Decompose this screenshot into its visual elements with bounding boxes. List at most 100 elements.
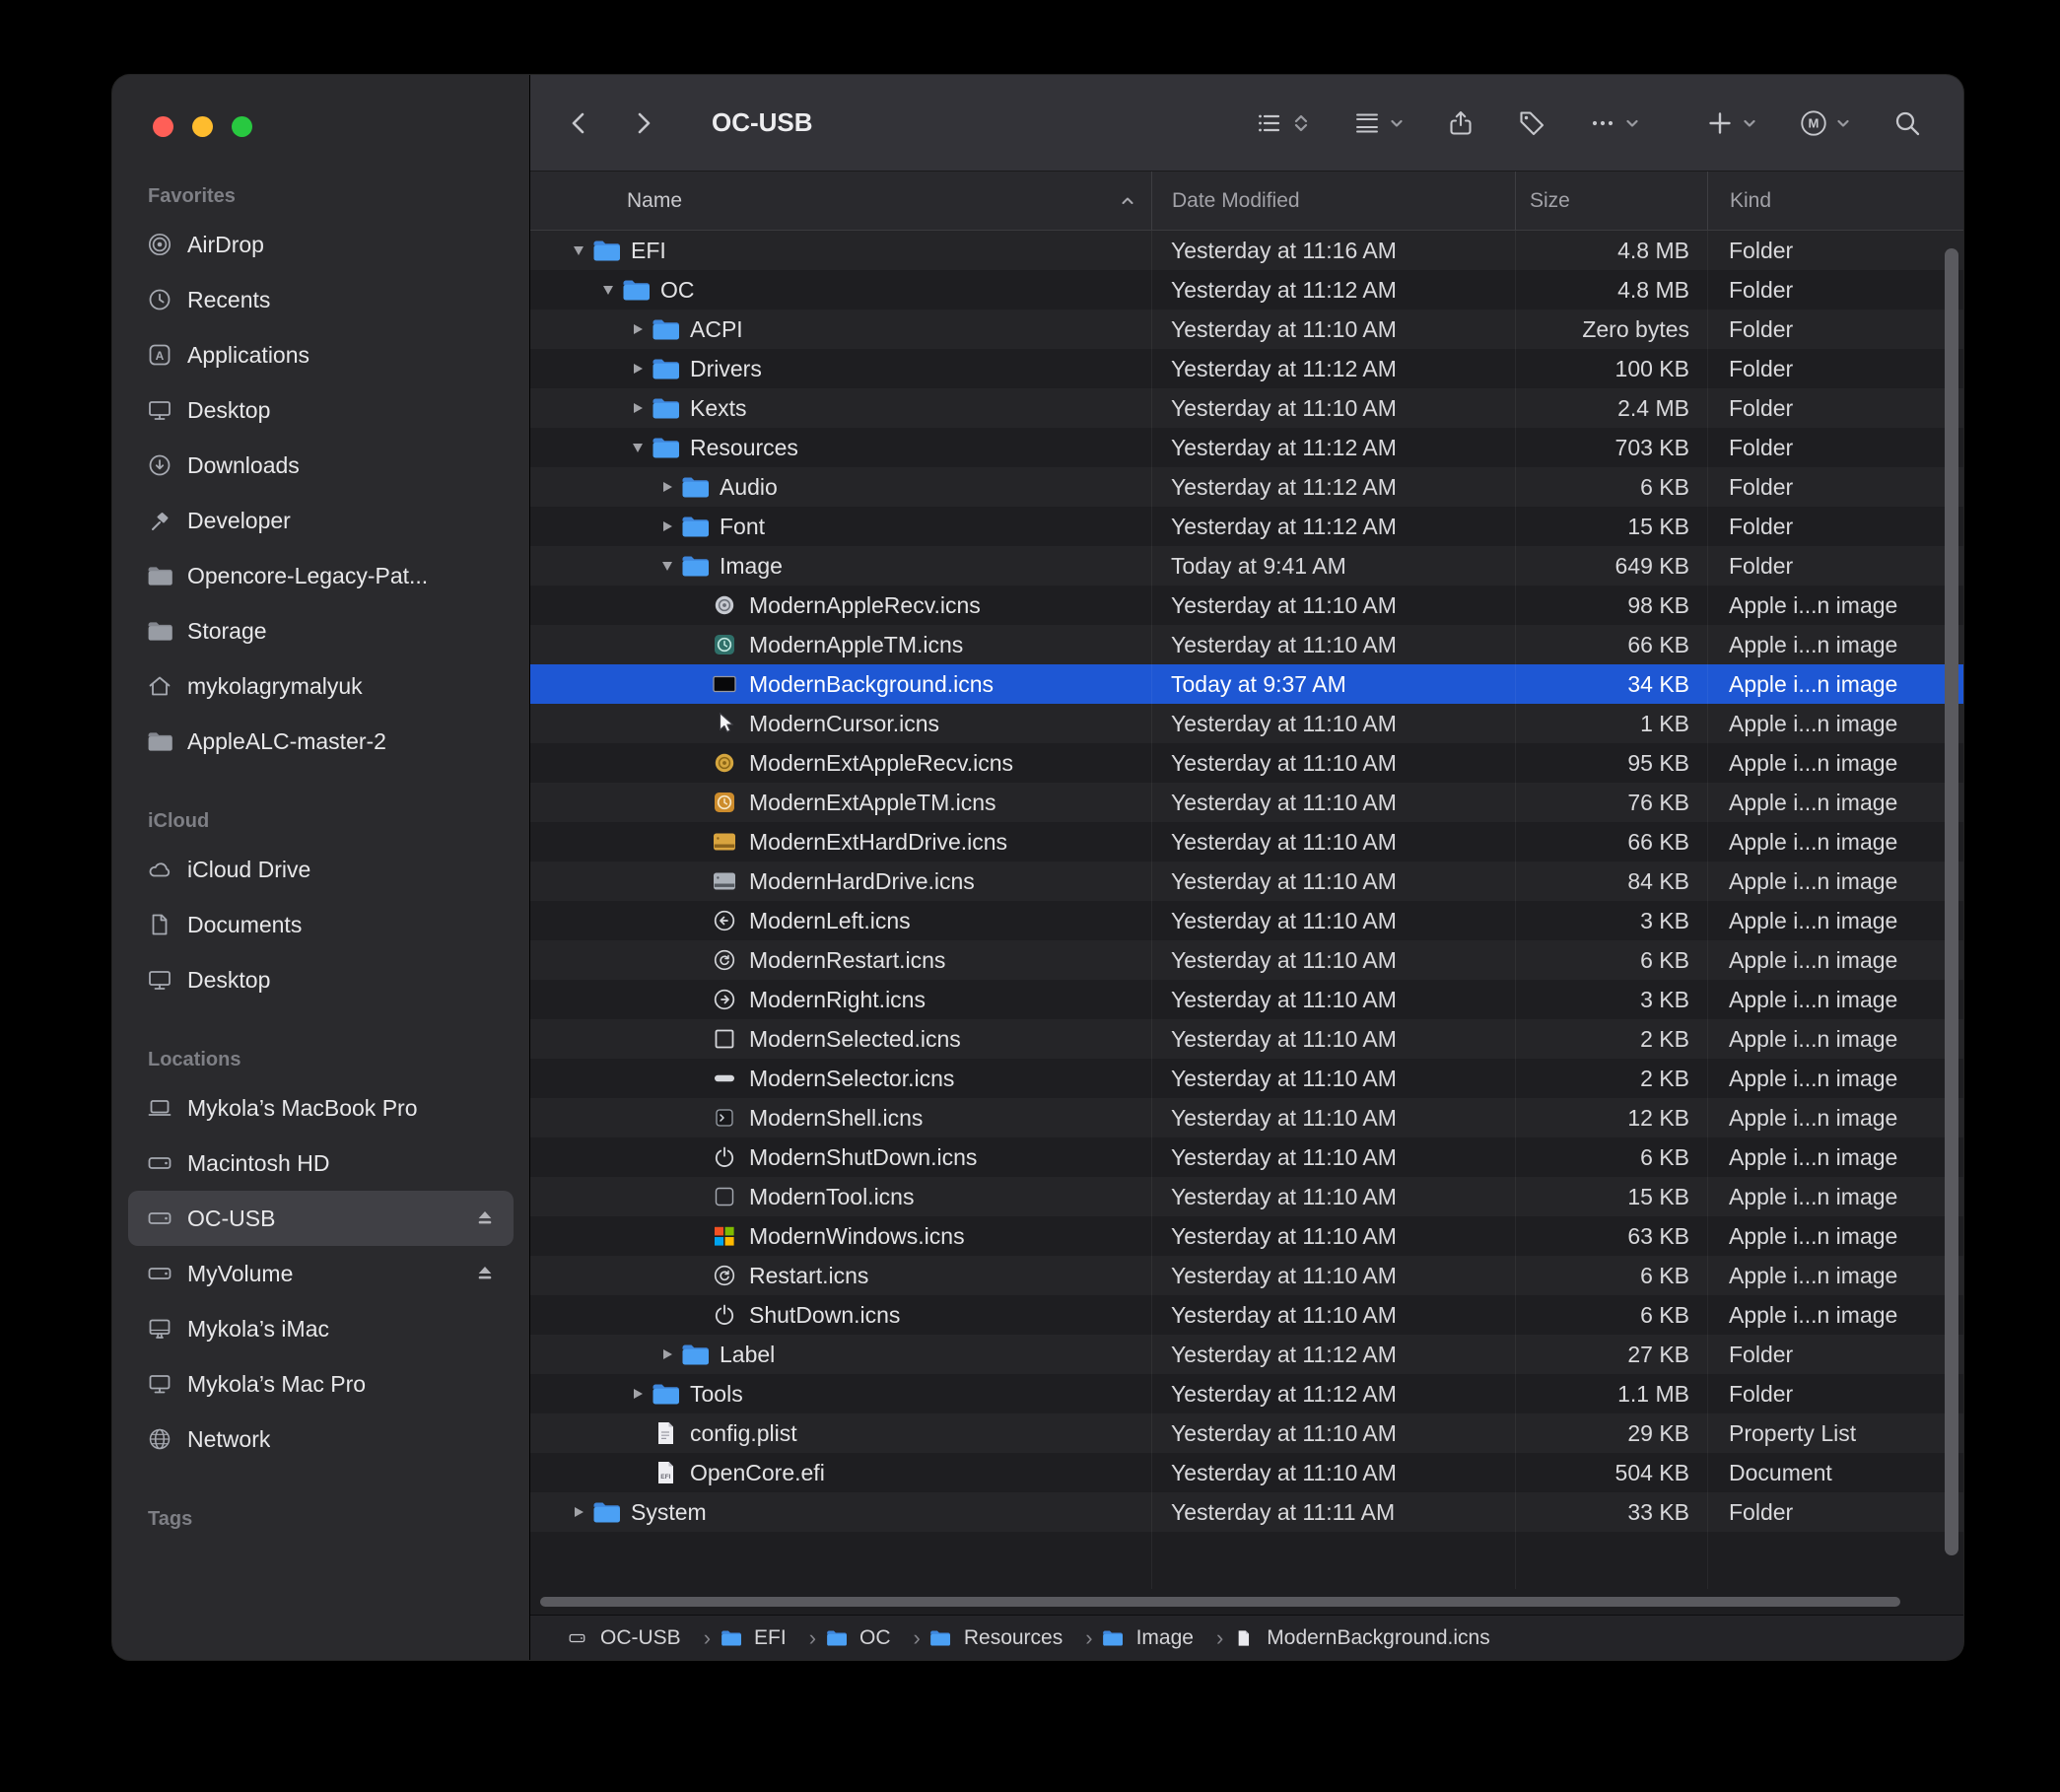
disclosure-triangle[interactable] [566,1492,591,1532]
column-header-size[interactable]: Size [1515,172,1707,230]
disclosure-triangle[interactable] [654,546,680,586]
sidebar-item-network[interactable]: Network [128,1412,514,1467]
file-row[interactable]: config.plistYesterday at 11:10 AM29 KBPr… [530,1413,1963,1453]
toolbar-new[interactable] [1705,108,1757,138]
sidebar-item-desktop[interactable]: Desktop [128,952,514,1007]
file-row[interactable]: ModernExtAppleTM.icnsYesterday at 11:10 … [530,783,1963,822]
arrow-right-circle-icon [710,987,739,1012]
sidebar-item-oc-usb[interactable]: OC-USB [128,1191,514,1246]
file-row[interactable]: ModernShell.icnsYesterday at 11:10 AM12 … [530,1098,1963,1137]
toolbar-search[interactable] [1892,108,1922,138]
path-item-oc[interactable]: OC [821,1625,926,1651]
sidebar-item-applications[interactable]: AApplications [128,327,514,382]
path-item-modernbackground-icns[interactable]: ModernBackground.icns [1228,1626,1489,1650]
sidebar-item-mykola-s-imac[interactable]: Mykola’s iMac [128,1301,514,1356]
date-modified-cell: Yesterday at 11:12 AM [1151,474,1515,501]
file-row[interactable]: ToolsYesterday at 11:12 AM1.1 MBFolder [530,1374,1963,1413]
eject-icon[interactable] [473,1263,497,1284]
file-row[interactable]: ModernCursor.icnsYesterday at 11:10 AM1 … [530,704,1963,743]
sidebar-item-storage[interactable]: Storage [128,603,514,658]
disclosure-triangle[interactable] [654,507,680,546]
folder-gray-icon [145,731,174,752]
kind-cell: Apple i...n image [1707,1026,1963,1053]
toolbar-tags[interactable] [1517,108,1546,138]
file-row[interactable]: ACPIYesterday at 11:10 AMZero bytesFolde… [530,310,1963,349]
file-row[interactable]: FontYesterday at 11:12 AM15 KBFolder [530,507,1963,546]
timemachine-teal-icon [710,632,739,657]
toolbar-view-mode[interactable] [1255,108,1311,138]
file-row[interactable]: KextsYesterday at 11:10 AM2.4 MBFolder [530,388,1963,428]
file-row[interactable]: ModernExtAppleRecv.icnsYesterday at 11:1… [530,743,1963,783]
toolbar-more-actions[interactable] [1588,108,1640,138]
file-row[interactable]: AudioYesterday at 11:12 AM6 KBFolder [530,467,1963,507]
sidebar-item-label: Desktop [187,967,270,994]
sidebar-item-airdrop[interactable]: AirDrop [128,217,514,272]
file-row[interactable]: ImageToday at 9:41 AM649 KBFolder [530,546,1963,586]
disclosure-triangle[interactable] [654,467,680,507]
file-row[interactable]: ModernTool.icnsYesterday at 11:10 AM15 K… [530,1177,1963,1216]
file-row[interactable]: ModernExtHardDrive.icnsYesterday at 11:1… [530,822,1963,862]
file-row[interactable]: ModernHardDrive.icnsYesterday at 11:10 A… [530,862,1963,901]
sidebar-item-macintosh-hd[interactable]: Macintosh HD [128,1136,514,1191]
disclosure-triangle[interactable] [625,310,651,349]
sidebar-item-mykolagrymalyuk[interactable]: mykolagrymalyuk [128,658,514,714]
eject-icon[interactable] [473,1207,497,1229]
sidebar-item-downloads[interactable]: Downloads [128,438,514,493]
minimize-window-button[interactable] [192,116,213,137]
sidebar-item-mykola-s-macbook-pro[interactable]: Mykola’s MacBook Pro [128,1080,514,1136]
horizontal-scrollbar[interactable] [540,1597,1900,1607]
file-row[interactable]: SystemYesterday at 11:11 AM33 KBFolder [530,1492,1963,1532]
disclosure-triangle[interactable] [625,1374,651,1413]
file-row[interactable]: ModernShutDown.icnsYesterday at 11:10 AM… [530,1137,1963,1177]
file-row[interactable]: DriversYesterday at 11:12 AM100 KBFolder [530,349,1963,388]
disclosure-triangle[interactable] [595,270,621,310]
file-row[interactable]: ModernSelector.icnsYesterday at 11:10 AM… [530,1059,1963,1098]
forward-button[interactable] [629,108,658,138]
file-row[interactable]: LabelYesterday at 11:12 AM27 KBFolder [530,1335,1963,1374]
column-header-kind[interactable]: Kind [1707,172,1963,230]
sidebar-item-mykola-s-mac-pro[interactable]: Mykola’s Mac Pro [128,1356,514,1412]
file-row[interactable]: EFIYesterday at 11:16 AM4.8 MBFolder [530,231,1963,270]
file-row[interactable]: EFIOpenCore.efiYesterday at 11:10 AM504 … [530,1453,1963,1492]
path-item-oc-usb[interactable]: OC-USB [562,1625,716,1651]
sidebar-item-myvolume[interactable]: MyVolume [128,1246,514,1301]
file-row[interactable]: ModernLeft.icnsYesterday at 11:10 AM3 KB… [530,901,1963,940]
sidebar-item-documents[interactable]: Documents [128,897,514,952]
sidebar-item-opencore-legacy-pat[interactable]: Opencore-Legacy-Pat... [128,548,514,603]
disclosure-triangle[interactable] [625,388,651,428]
close-window-button[interactable] [153,116,173,137]
path-item-resources[interactable]: Resources [926,1625,1098,1651]
file-row[interactable]: ModernRight.icnsYesterday at 11:10 AM3 K… [530,980,1963,1019]
disclosure-triangle[interactable] [566,231,591,270]
toolbar-account[interactable]: M [1799,107,1851,139]
disclosure-triangle[interactable] [625,349,651,388]
file-row[interactable]: ShutDown.icnsYesterday at 11:10 AM6 KBAp… [530,1295,1963,1335]
file-row[interactable]: Restart.icnsYesterday at 11:10 AM6 KBApp… [530,1256,1963,1295]
path-item-efi[interactable]: EFI [716,1625,821,1651]
file-row[interactable]: OCYesterday at 11:12 AM4.8 MBFolder [530,270,1963,310]
file-row[interactable]: ModernSelected.icnsYesterday at 11:10 AM… [530,1019,1963,1059]
column-header-date-modified[interactable]: Date Modified [1151,172,1515,230]
toolbar-share[interactable] [1446,108,1476,138]
square-outline-icon [710,1026,739,1052]
file-row[interactable]: ModernAppleTM.icnsYesterday at 11:10 AM6… [530,625,1963,664]
file-row[interactable]: ModernWindows.icnsYesterday at 11:10 AM6… [530,1216,1963,1256]
sidebar-item-developer[interactable]: Developer [128,493,514,548]
disclosure-triangle[interactable] [654,1335,680,1374]
disclosure-triangle[interactable] [625,428,651,467]
sidebar-item-recents[interactable]: Recents [128,272,514,327]
file-row[interactable]: ResourcesYesterday at 11:12 AM703 KBFold… [530,428,1963,467]
back-button[interactable] [564,108,593,138]
file-row[interactable]: ModernBackground.icnsToday at 9:37 AM34 … [530,664,1963,704]
column-header-name[interactable]: Name [530,172,1151,230]
zoom-window-button[interactable] [232,116,252,137]
efi-doc-icon: EFI [651,1460,680,1485]
sidebar-item-applealc-master-2[interactable]: AppleALC-master-2 [128,714,514,769]
file-row[interactable]: ModernAppleRecv.icnsYesterday at 11:10 A… [530,586,1963,625]
vertical-scrollbar[interactable] [1945,248,1958,1555]
file-row[interactable]: ModernRestart.icnsYesterday at 11:10 AM6… [530,940,1963,980]
sidebar-item-icloud-drive[interactable]: iCloud Drive [128,842,514,897]
sidebar-item-desktop[interactable]: Desktop [128,382,514,438]
path-item-image[interactable]: Image [1098,1625,1229,1651]
toolbar-group-by[interactable] [1352,108,1405,138]
